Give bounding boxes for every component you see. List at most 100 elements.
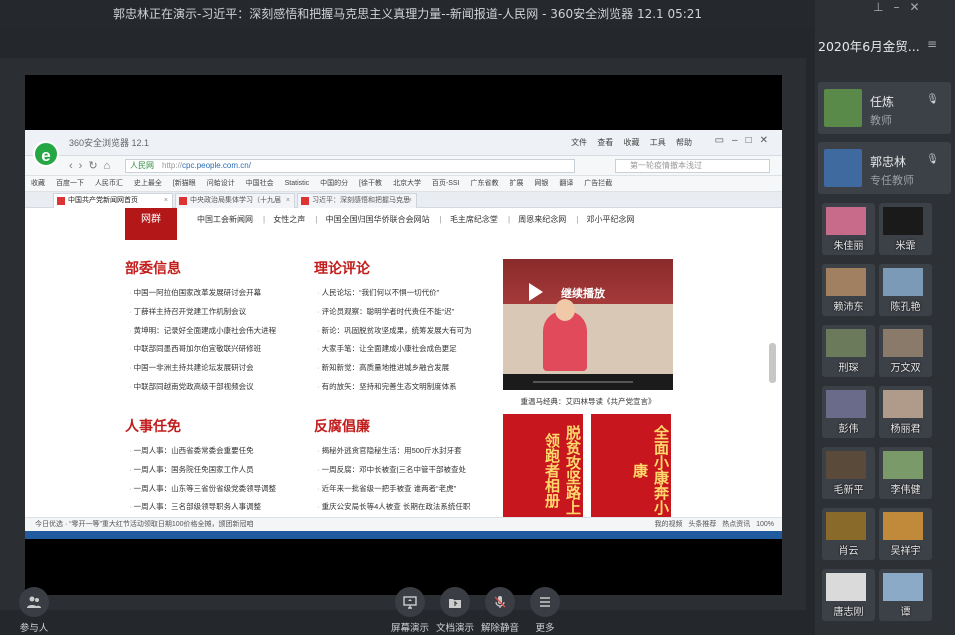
fav-item[interactable]: 网银 <box>534 180 548 187</box>
fav-item[interactable]: 问蛤设计 <box>207 180 235 187</box>
news-item[interactable]: 中联部同越南党政高级干部视频会议 <box>129 378 276 397</box>
fav-item[interactable]: 史上最全 <box>134 180 162 187</box>
top-link[interactable]: 中国工会新闻网 <box>197 215 253 224</box>
list-menu-icon[interactable]: ≡ <box>927 37 939 51</box>
news-item[interactable]: 新论：巩固脱贫攻坚成果，统筹发展大有可为 <box>317 322 472 341</box>
status-item[interactable]: 我的视频 <box>655 521 683 528</box>
video-caption[interactable]: 重温马经典：艾四林导读《共产党宣言》 <box>503 396 673 407</box>
section-title[interactable]: 反腐倡廉 <box>314 416 370 436</box>
close-icon[interactable]: × <box>408 194 412 208</box>
participant-tile[interactable]: 肖云 <box>822 508 875 560</box>
participant-tile[interactable]: 米霏 <box>879 203 932 255</box>
fav-item[interactable]: Statistic <box>285 180 310 187</box>
presenter-card[interactable]: 郭忠林 专任教师 🎙 <box>818 142 951 194</box>
participant-tile[interactable]: 赖沛东 <box>822 264 875 316</box>
news-item[interactable]: 中国一非洲主持共建论坛发展研讨会 <box>129 359 276 378</box>
fav-item[interactable]: 扩展 <box>509 180 523 187</box>
news-item[interactable]: 大家手笔：让全面建成小康社会成色更足 <box>317 340 472 359</box>
browser-window-controls[interactable]: ▭–□✕ <box>715 135 776 146</box>
fav-item[interactable]: 广东省教 <box>470 180 498 187</box>
menu-file[interactable]: 文件 <box>571 138 587 147</box>
status-news[interactable]: 今日优选 · “零开一等”重大红节活动领取日期100价格全摊，颁团新冠咱 <box>35 521 254 528</box>
news-item[interactable]: 揭秘外逃贪官隐秘生活：用500斤水封牙套 <box>317 442 470 461</box>
top-link[interactable]: 女性之声 <box>273 215 305 224</box>
news-item[interactable]: 近年来一批省级一把手被查 谁两者“老虎” <box>317 480 470 499</box>
fav-item[interactable]: 百度一下 <box>56 180 84 187</box>
participant-tile[interactable]: 刑琛 <box>822 325 875 377</box>
top-link[interactable]: 毛主席纪念堂 <box>450 215 498 224</box>
news-item[interactable]: 中国一阿拉伯国家改革发展研讨会开幕 <box>129 284 276 303</box>
presenter-card[interactable]: 任炼 教师 🎙 <box>818 82 951 134</box>
fav-item[interactable]: 中国的分 <box>320 180 348 187</box>
fav-item[interactable]: 北京大学 <box>393 180 421 187</box>
poster-xiaokang[interactable]: 全面小康奔小康 <box>591 414 671 518</box>
section-title[interactable]: 理论评论 <box>314 258 370 278</box>
participant-name: 彭伟 <box>838 424 859 435</box>
news-item[interactable]: 中联部同墨西哥加尔伯宜敬联兴研修班 <box>129 340 276 359</box>
tab-people-home[interactable]: 中国共产党新闻网首页 × <box>53 193 173 208</box>
participant-tile[interactable]: 毛新平 <box>822 447 875 499</box>
participant-tile[interactable]: 谭 <box>879 569 932 621</box>
participant-tile[interactable]: 彭伟 <box>822 386 875 438</box>
news-item[interactable]: 重庆公安局长等4人被查 长期在政法系统任职 <box>317 498 471 517</box>
top-link[interactable]: 邓小平纪念网 <box>587 215 635 224</box>
poster-poverty[interactable]: 脱贫攻坚路上领跑者相册 <box>503 414 583 518</box>
section-title[interactable]: 人事任免 <box>125 416 181 436</box>
more-button[interactable]: 更多 <box>515 587 575 634</box>
nav-buttons[interactable]: ‹›↻⌂ <box>69 159 116 172</box>
fav-item[interactable]: 人民币汇 <box>95 180 123 187</box>
participant-name: 吴祥宇 <box>890 546 921 557</box>
news-item[interactable]: 一周人事：国务院任免国家工作人员 <box>129 461 276 480</box>
participant-tile[interactable]: 李伟健 <box>879 447 932 499</box>
news-item[interactable]: 一周人事：山东等三省份省级党委领导调整 <box>129 480 277 499</box>
url-field[interactable]: 人民网 http://cpc.people.com.cn/ <box>125 159 575 173</box>
participant-tile[interactable]: 唐志刚 <box>822 569 875 621</box>
participant-tile[interactable]: 万文双 <box>879 325 932 377</box>
site-logo[interactable]: 网群 <box>125 208 177 240</box>
news-item[interactable]: 人民论坛：“我们何以不惧一切代价” <box>317 284 472 303</box>
close-icon[interactable]: × <box>286 194 290 208</box>
news-item[interactable]: 评论员观察：聪明学者时代责任不能“迟” <box>317 303 472 322</box>
tab-politburo[interactable]: 中央政治局集体学习（十九届 × <box>175 193 295 208</box>
video-controls[interactable] <box>503 374 673 390</box>
participant-tile[interactable]: 朱佳丽 <box>822 203 875 255</box>
top-link[interactable]: 中国全国归国华侨联合会网站 <box>326 215 430 224</box>
fav-item[interactable]: 中国社会 <box>246 180 274 187</box>
news-item[interactable]: 一周人事：山西省委常委会重要任免 <box>129 442 276 461</box>
progress-track[interactable] <box>533 381 633 383</box>
fav-item[interactable]: 翻译 <box>559 180 573 187</box>
news-item[interactable]: 黄坤明：记录好全面建成小康社会伟大进程 <box>129 322 277 341</box>
participant-tile[interactable]: 杨丽君 <box>879 386 932 438</box>
play-icon[interactable] <box>523 281 545 303</box>
participants-button[interactable]: 参与人 <box>4 587 64 634</box>
page-scrollbar[interactable] <box>769 343 776 383</box>
pin-icon[interactable]: ⊥–✕ <box>873 0 930 14</box>
tab-xi-article[interactable]: 习近平：深刻感悟和把握马克思 × <box>297 193 417 208</box>
continue-play-label[interactable]: 继续播放 <box>561 285 605 301</box>
news-item[interactable]: 有的放矢：坚持和完善生态文明制度体系 <box>317 378 472 397</box>
browser-search-field[interactable]: 第一轮疫情撤本浅过 <box>615 159 770 173</box>
video-player[interactable]: 继续播放 <box>503 259 673 390</box>
section-title[interactable]: 部委信息 <box>125 258 181 278</box>
news-list: 中国一阿拉伯国家改革发展研讨会开幕 丁薛祥主持召开党建工作机制会议 黄坤明：记录… <box>129 284 277 397</box>
menu-favorites[interactable]: 收藏 <box>624 138 640 147</box>
zoom-level[interactable]: 100% <box>756 521 774 528</box>
menu-view[interactable]: 查看 <box>597 138 613 147</box>
menu-tools[interactable]: 工具 <box>650 138 666 147</box>
status-item[interactable]: 头条推荐 <box>688 521 716 528</box>
fav-item[interactable]: 收藏 <box>31 180 45 187</box>
close-icon[interactable]: × <box>164 194 168 208</box>
fav-item[interactable]: 广告拦截 <box>584 180 612 187</box>
participant-tile[interactable]: 吴祥宇 <box>879 508 932 560</box>
menu-help[interactable]: 帮助 <box>676 138 692 147</box>
fav-item[interactable]: [新猫眼 <box>173 180 196 187</box>
fav-item[interactable]: [徐干教 <box>359 180 382 187</box>
participant-tile[interactable]: 陈孔艳 <box>879 264 932 316</box>
fav-item[interactable]: 百页-SSI <box>432 180 460 187</box>
news-item[interactable]: 一周人事：三名部级领导职务人事调整 <box>129 498 276 517</box>
news-item[interactable]: 新知新觉：高质量地推进城乡融合发展 <box>317 359 472 378</box>
news-item[interactable]: 一周反腐：邓中长被查|三名中管干部被查处 <box>317 461 470 480</box>
news-item[interactable]: 丁薛祥主持召开党建工作机制会议 <box>129 303 276 322</box>
status-item[interactable]: 热点资讯 <box>722 521 750 528</box>
top-link[interactable]: 周恩来纪念网 <box>518 215 566 224</box>
